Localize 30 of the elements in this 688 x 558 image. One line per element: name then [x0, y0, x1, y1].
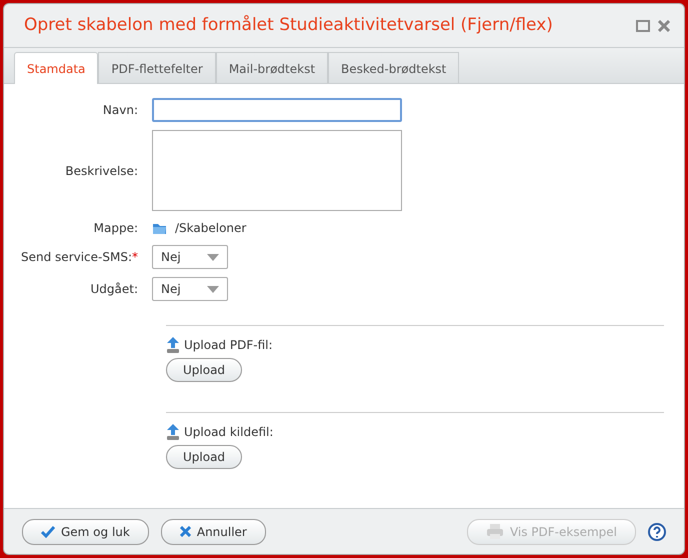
dropdown[interactable]: Nej — [152, 277, 228, 301]
text-area[interactable] — [152, 130, 402, 211]
printer-icon — [486, 524, 504, 539]
tab[interactable]: Stamdata — [14, 52, 98, 84]
field-label: Send service-SMS:* — [20, 249, 139, 266]
upload-icon — [166, 424, 180, 440]
upload-icon — [166, 337, 180, 353]
close-icon[interactable] — [658, 20, 670, 32]
cancel-button[interactable]: Annuller — [160, 518, 266, 544]
caret-icon — [207, 286, 219, 292]
field-label: Mappe: — [92, 220, 139, 237]
help-icon[interactable] — [648, 522, 666, 540]
upload-button[interactable]: Upload — [166, 445, 242, 469]
folder-path: /Skabeloner — [175, 220, 246, 237]
field-label: Udgået: — [89, 281, 139, 298]
upload-label: Upload PDF-fil: — [184, 337, 273, 354]
field-label: Beskrivelse: — [64, 162, 139, 180]
field-label: Navn: — [102, 102, 139, 119]
upload-label: Upload kildefil: — [184, 424, 274, 441]
save-button[interactable]: Gem og luk — [22, 518, 149, 544]
window-title: Opret skabelon med formålet Studieaktivitetvarsel (Fjern/flex) — [24, 15, 553, 36]
dropdown[interactable]: Nej — [152, 245, 228, 269]
folder-icon — [152, 222, 167, 234]
upload-button[interactable]: Upload — [166, 358, 242, 382]
required-mark: * — [132, 250, 138, 264]
close-icon — [180, 526, 191, 537]
maximize-icon[interactable] — [636, 20, 650, 32]
text-field[interactable] — [152, 98, 402, 122]
check-icon — [41, 526, 55, 538]
caret-icon — [207, 254, 219, 260]
